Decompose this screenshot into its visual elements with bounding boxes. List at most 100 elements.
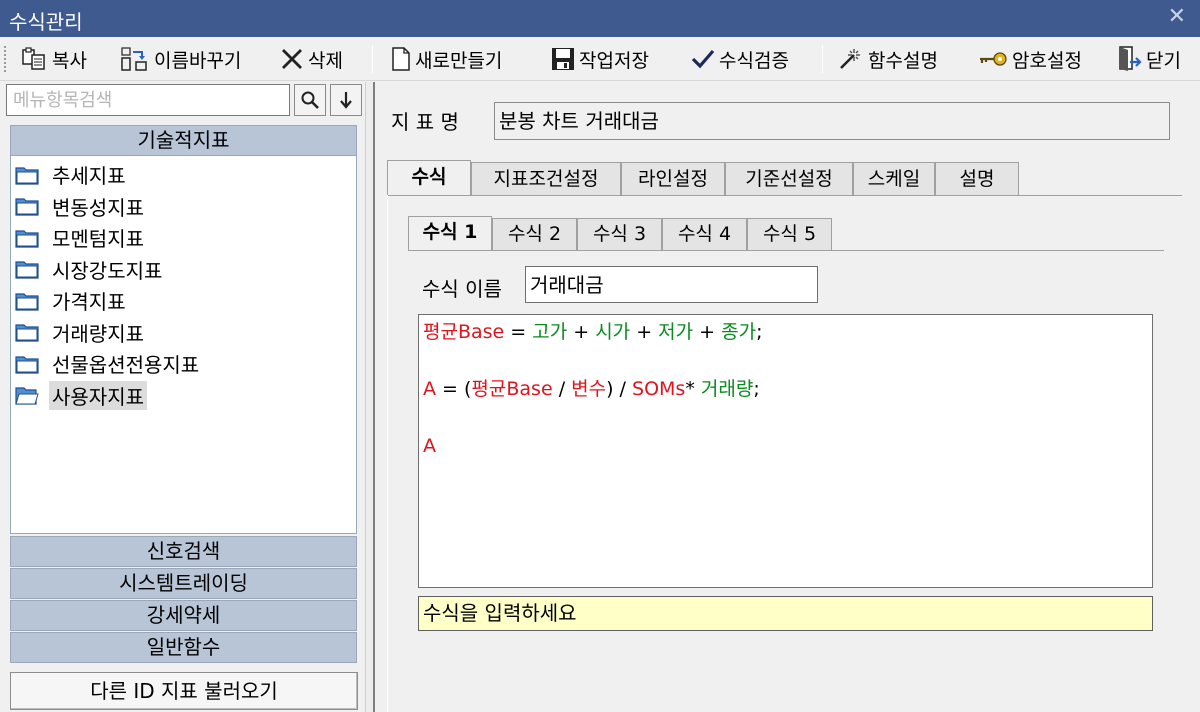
token-variable: A xyxy=(423,378,436,400)
token-operator: = ( xyxy=(436,378,472,400)
token-operator: ) / xyxy=(606,378,633,400)
toolbar-grip[interactable] xyxy=(4,46,8,72)
main-tabs: 수식 지표조건설정 라인설정 기준선설정 스케일 설명 xyxy=(387,160,1019,196)
copy-button[interactable]: 복사 xyxy=(22,43,87,75)
toolbar-separator xyxy=(372,45,373,73)
sidebar: 기술적지표 추세지표 변동성지표 모멘텀지표 시장강도지표 가격지표 거래량지표 xyxy=(0,82,365,712)
category-strength[interactable]: 강세약세 xyxy=(10,600,357,631)
save-icon xyxy=(552,48,574,70)
token-builtin: 거래량 xyxy=(700,378,754,400)
token-operator: + xyxy=(567,321,596,343)
category-general-function[interactable]: 일반함수 xyxy=(10,632,357,663)
editor-line: A xyxy=(423,432,1148,461)
magic-wand-icon xyxy=(840,49,860,69)
verify-button[interactable]: 수식검증 xyxy=(691,43,789,75)
tab-description[interactable]: 설명 xyxy=(935,162,1019,196)
tree-item-selected[interactable]: 사용자지표 xyxy=(11,380,356,412)
tab-formula-4[interactable]: 수식 4 xyxy=(662,218,747,251)
new-label: 새로만들기 xyxy=(415,49,503,72)
indicator-tree: 추세지표 변동성지표 모멘텀지표 시장강도지표 가격지표 거래량지표 선물옵션전… xyxy=(10,156,357,534)
token-operator: = xyxy=(504,321,533,343)
tab-indicator-condition[interactable]: 지표조건설정 xyxy=(471,162,621,196)
folder-icon xyxy=(15,293,39,311)
copy-icon xyxy=(22,47,45,70)
token-builtin: 저가 xyxy=(658,321,694,343)
tab-panel-border xyxy=(387,195,1182,196)
function-help-label: 함수설명 xyxy=(868,49,938,72)
key-icon xyxy=(980,52,1007,66)
splitter[interactable] xyxy=(365,82,375,712)
tab-formula-2[interactable]: 수식 2 xyxy=(492,218,577,251)
load-other-id-button[interactable]: 다른 ID 지표 불러오기 xyxy=(10,672,358,710)
search-icon xyxy=(301,91,319,109)
toolbar: 복사 이름바꾸기 삭제 새로만들기 작업저장 수식검증 함수설명 암호설정 닫기 xyxy=(0,37,1200,81)
editor-line: 평균Base = 고가 + 시가 + 저가 + 종가; xyxy=(423,318,1148,347)
tab-baseline-settings[interactable]: 기준선설정 xyxy=(725,162,853,196)
password-button[interactable]: 암호설정 xyxy=(978,43,1082,75)
token-variable: A xyxy=(423,435,436,457)
tab-formula[interactable]: 수식 xyxy=(387,160,471,196)
tree-item[interactable]: 모멘텀지표 xyxy=(11,222,356,254)
search-next-button[interactable] xyxy=(330,84,362,116)
tree-item-label: 사용자지표 xyxy=(49,380,147,410)
editor-line-blank xyxy=(423,347,1148,376)
tab-formula-5[interactable]: 수식 5 xyxy=(747,218,832,251)
tree-item[interactable]: 시장강도지표 xyxy=(11,254,356,286)
folder-icon xyxy=(15,356,39,374)
tree-item[interactable]: 추세지표 xyxy=(11,159,356,191)
toolbar-separator xyxy=(822,45,823,73)
category-technical[interactable]: 기술적지표 xyxy=(10,125,357,156)
function-help-button[interactable]: 함수설명 xyxy=(838,43,938,75)
token-builtin: 시가 xyxy=(595,321,631,343)
category-system-trading[interactable]: 시스템트레이딩 xyxy=(10,568,357,599)
tab-scale[interactable]: 스케일 xyxy=(853,162,935,196)
close-label: 닫기 xyxy=(1146,49,1181,72)
tab-line-settings[interactable]: 라인설정 xyxy=(621,162,725,196)
folder-icon xyxy=(15,261,39,279)
rename-icon xyxy=(121,47,147,71)
save-button[interactable]: 작업저장 xyxy=(551,43,649,75)
hint-bar: 수식을 입력하세요 xyxy=(418,596,1153,631)
indicator-name-field[interactable]: 분봉 차트 거래대금 xyxy=(494,102,1170,140)
tree-item-label: 추세지표 xyxy=(52,164,126,189)
search-button[interactable] xyxy=(294,84,326,116)
rename-label: 이름바꾸기 xyxy=(154,49,242,72)
tree-item[interactable]: 거래량지표 xyxy=(11,317,356,349)
formula-editor[interactable]: 평균Base = 고가 + 시가 + 저가 + 종가; A = (평균Base … xyxy=(418,314,1153,588)
rename-button[interactable]: 이름바꾸기 xyxy=(120,43,241,75)
token-builtin: 고가 xyxy=(532,321,568,343)
tree-item-label: 가격지표 xyxy=(52,290,126,315)
menu-search-input[interactable] xyxy=(6,84,290,116)
tree-item[interactable]: 선물옵션전용지표 xyxy=(11,348,356,380)
exit-door-icon xyxy=(1119,46,1142,71)
category-signal[interactable]: 신호검색 xyxy=(10,536,357,567)
tab-formula-3[interactable]: 수식 3 xyxy=(577,218,662,251)
new-button[interactable]: 새로만들기 xyxy=(391,43,502,75)
tree-item-label: 선물옵션전용지표 xyxy=(52,353,200,378)
token-variable: SOMs xyxy=(632,378,686,400)
tree-item[interactable]: 변동성지표 xyxy=(11,191,356,223)
indicator-name-label: 지 표 명 xyxy=(391,110,459,134)
password-label: 암호설정 xyxy=(1012,49,1082,72)
folder-icon xyxy=(15,198,39,216)
close-button[interactable]: 닫기 xyxy=(1118,43,1181,75)
close-icon[interactable]: ✕ xyxy=(1168,4,1186,29)
tab-panel-edge xyxy=(387,195,388,712)
token-builtin: 종가 xyxy=(721,321,757,343)
token-operator: + xyxy=(693,321,722,343)
token-operator: * xyxy=(685,378,701,400)
open-folder-icon xyxy=(15,387,39,405)
tree-item[interactable]: 가격지표 xyxy=(11,285,356,317)
formula-tabs: 수식 1 수식 2 수식 3 수식 4 수식 5 xyxy=(408,216,832,251)
formula-name-input[interactable]: 거래대금 xyxy=(525,266,818,303)
check-icon xyxy=(691,49,715,69)
delete-icon xyxy=(282,49,302,69)
token-variable: 평균Base xyxy=(423,321,505,343)
tab-formula-1[interactable]: 수식 1 xyxy=(408,216,492,251)
delete-button[interactable]: 삭제 xyxy=(280,43,343,75)
save-label: 작업저장 xyxy=(579,49,649,72)
token-variable: 변수 xyxy=(571,378,607,400)
token-terminator: ; xyxy=(753,378,760,400)
formula-name-label: 수식 이름 xyxy=(422,277,502,301)
tree-item-label: 시장강도지표 xyxy=(52,258,163,283)
